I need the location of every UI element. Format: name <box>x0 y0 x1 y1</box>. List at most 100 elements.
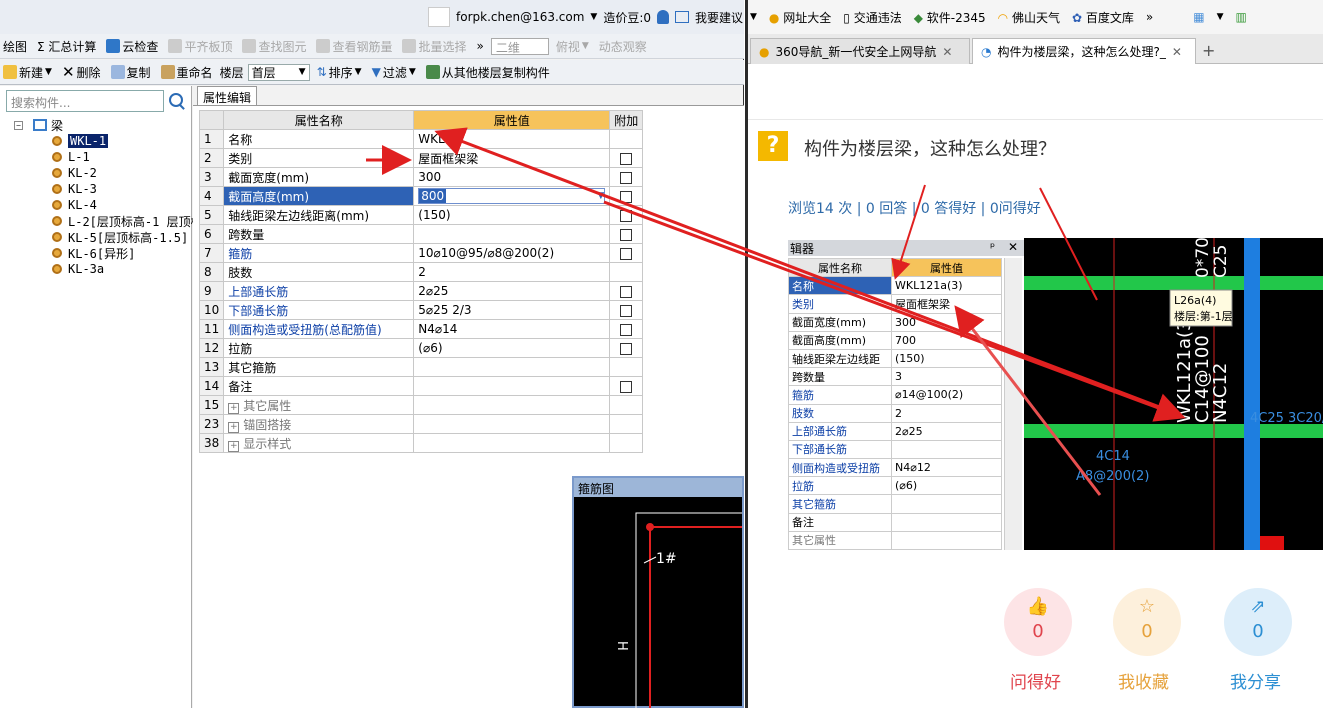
tree-item[interactable]: L-1 <box>52 149 203 165</box>
prop-value[interactable]: WKL-1 <box>413 129 611 149</box>
prop-value[interactable]: (⌀6) <box>413 338 611 358</box>
table-row[interactable]: 11 侧面构造或受扭筋(总配筋值) N4⌀14 <box>198 319 644 339</box>
close-icon[interactable]: ✕ <box>942 45 952 59</box>
question-image[interactable]: 辑器 ᵖ ✕ 属性名称 属性值 名称 WKL121a(3) 类别 屋面框架梁 截面宽度(… <box>788 238 1323 551</box>
cloud-check-button[interactable]: 云检查 <box>103 38 161 55</box>
new-button[interactable]: 新建 ▼ <box>0 64 55 81</box>
sort-button[interactable]: ⇅ 排序 ▼ <box>314 64 365 81</box>
rename-button[interactable]: 重命名 <box>158 64 216 81</box>
prop-value[interactable]: 2 <box>413 262 611 282</box>
favorite-label[interactable]: 我收藏 <box>1118 668 1169 693</box>
expand-icon[interactable]: + <box>228 440 240 452</box>
align-slab-top-button[interactable]: 平齐板顶 <box>165 38 235 55</box>
prop-value[interactable] <box>413 224 611 244</box>
stirrup-panel-title[interactable]: 箍筋图 <box>574 478 742 497</box>
table-row[interactable]: 6 跨数量 <box>198 224 644 244</box>
table-row[interactable]: 5 轴线距梁左边线距离(mm) (150) <box>198 205 644 225</box>
prop-value[interactable]: 10⌀10@95/⌀8@200(2) <box>413 243 611 263</box>
tree-item[interactable]: KL-4 <box>52 197 203 213</box>
overflow-chevron-icon[interactable]: » <box>474 39 487 53</box>
floor-select[interactable]: 首层 ▼ <box>247 63 310 81</box>
table-row[interactable]: 2 类别 屋面框架梁 <box>198 148 644 168</box>
copy-from-floor-button[interactable]: 从其他楼层复制构件 <box>423 64 553 81</box>
draw-button[interactable]: 绘图 <box>0 38 30 55</box>
extra-checkbox[interactable] <box>620 304 633 317</box>
prop-value[interactable] <box>413 395 611 415</box>
table-row[interactable]: 4 截面高度(mm) 800 ▼ <box>198 186 644 206</box>
share-button[interactable]: ⇗ 0 <box>1224 588 1292 656</box>
table-row[interactable]: 8 肢数 2 <box>198 262 644 282</box>
table-row[interactable]: 13 其它箍筋 <box>198 357 644 377</box>
table-row[interactable]: 9 上部通长筋 2⌀25 <box>198 281 644 301</box>
copy-button[interactable]: 复制 <box>108 64 154 81</box>
avatar[interactable] <box>428 7 450 27</box>
dynamic-view-button[interactable]: 动态观察 <box>596 38 650 55</box>
table-row[interactable]: 1 名称 WKL-1 <box>198 129 644 149</box>
more-bookmarks-icon[interactable]: » <box>1146 10 1153 24</box>
good-question-button[interactable]: 👍 0 <box>1004 588 1072 656</box>
extra-checkbox[interactable] <box>620 285 633 298</box>
sidebar-icon[interactable]: ▥ <box>1235 10 1246 24</box>
filter-button[interactable]: ▼ 过滤 ▼ <box>369 64 419 81</box>
chevron-down-icon[interactable]: ▼ <box>750 12 757 22</box>
summary-calc-button[interactable]: Σ 汇总计算 <box>34 38 99 55</box>
bookmark-item[interactable]: ● 网址大全 <box>769 9 831 26</box>
header-extra[interactable]: 附加 <box>609 110 644 130</box>
extra-checkbox[interactable] <box>620 323 633 336</box>
tree-item[interactable]: KL-3 <box>52 181 203 197</box>
expand-icon[interactable]: + <box>228 421 240 433</box>
bell-icon[interactable] <box>657 10 670 24</box>
search-input[interactable]: 搜索构件... <box>6 90 164 112</box>
header-prop-value[interactable]: 属性值 <box>413 110 611 130</box>
bookmark-item[interactable]: ✿ 百度文库 <box>1072 9 1134 26</box>
new-tab-button[interactable]: + <box>1202 41 1215 60</box>
table-row[interactable]: 23 + 锚固搭接 <box>198 414 644 434</box>
bookmark-item[interactable]: ◆ 软件-2345 <box>914 9 986 26</box>
tree-item[interactable]: L-2[层顶标高-1 层顶标 <box>52 213 203 229</box>
value-editor-text[interactable]: 800 <box>419 189 447 203</box>
batch-select-button[interactable]: 批量选择 <box>399 38 469 55</box>
table-row[interactable]: 10 下部通长筋 5⌀25 2/3 <box>198 300 644 320</box>
tree-item[interactable]: KL-5[层顶标高-1.5] <box>52 229 203 245</box>
prop-value[interactable] <box>413 433 611 453</box>
search-icon[interactable] <box>169 93 183 107</box>
table-row[interactable]: 38 + 显示样式 <box>198 433 644 453</box>
prop-value[interactable]: (150) <box>413 205 611 225</box>
chevron-down-icon[interactable]: ▼ <box>597 191 604 201</box>
favorite-button[interactable]: ☆ 0 <box>1113 588 1181 656</box>
bookmark-item[interactable]: ▯ 交通违法 <box>843 9 901 26</box>
prop-value[interactable]: 300 <box>413 167 611 187</box>
extra-checkbox[interactable] <box>620 342 633 355</box>
extra-checkbox[interactable] <box>620 190 633 203</box>
prop-value[interactable] <box>413 376 611 396</box>
chevron-down-icon[interactable]: ▼ <box>1217 12 1224 22</box>
expand-icon[interactable]: + <box>228 402 240 414</box>
account-email[interactable]: forpk.chen@163.com <box>456 10 584 24</box>
good-question-label[interactable]: 问得好 <box>1010 668 1061 693</box>
apps-icon[interactable]: ▦ <box>1193 10 1204 24</box>
collapse-icon[interactable]: − <box>14 120 23 130</box>
tab-property-edit[interactable]: 属性编辑 <box>197 86 258 105</box>
extra-checkbox[interactable] <box>620 209 633 222</box>
value-editor[interactable]: 800 ▼ <box>418 188 606 204</box>
view-2d-select[interactable]: 二维 <box>490 37 549 55</box>
prop-value[interactable]: 屋面框架梁 <box>413 148 611 168</box>
bookmark-item[interactable]: ◠ 佛山天气 <box>998 9 1060 26</box>
tree-item[interactable]: KL-3a <box>52 261 203 277</box>
extra-checkbox[interactable] <box>620 247 633 260</box>
prop-value[interactable]: N4⌀14 <box>413 319 611 339</box>
table-row[interactable]: 3 截面宽度(mm) 300 <box>198 167 644 187</box>
header-prop-name[interactable]: 属性名称 <box>223 110 415 130</box>
browser-tab-question[interactable]: ◔ 构件为楼层梁，这种怎么处理?_ ✕ <box>972 38 1196 64</box>
browser-tab-360[interactable]: ● 360导航_新一代安全上网导航 ✕ <box>750 38 970 64</box>
tree-root-beam[interactable]: − 梁 <box>14 117 203 133</box>
table-row[interactable]: 12 拉筋 (⌀6) <box>198 338 644 358</box>
tree-item[interactable]: KL-6[异形] <box>52 245 203 261</box>
find-element-button[interactable]: 查找图元 <box>239 38 309 55</box>
prop-value[interactable] <box>413 414 611 434</box>
extra-checkbox[interactable] <box>620 380 633 393</box>
view-top-button[interactable]: 俯视 ▼ <box>553 38 592 55</box>
extra-checkbox[interactable] <box>620 171 633 184</box>
suggest-link[interactable]: 我要建议 <box>695 9 743 26</box>
table-row[interactable]: 7 箍筋 10⌀10@95/⌀8@200(2) <box>198 243 644 263</box>
